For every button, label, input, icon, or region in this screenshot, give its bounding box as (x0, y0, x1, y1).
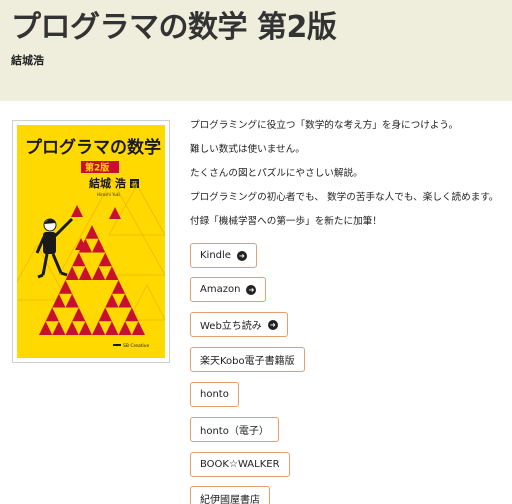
book-description: プログラミングに役立つ「数学的な考え方」を身につけよう。 難しい数式は使いません… (190, 120, 510, 240)
kinokuniya-button-label: 紀伊國屋書店 (200, 495, 260, 504)
cover-publisher: SB Creative (123, 343, 149, 349)
bookwalker-button-label: BOOK☆WALKER (200, 459, 280, 470)
rakuten-kobo-button[interactable]: 楽天Kobo電子書籍版 (190, 347, 305, 372)
page-header: プログラマの数学 第2版 結城浩 (0, 0, 512, 101)
amazon-button-label: Amazon (200, 284, 241, 295)
cover-author-suffix: 著 (131, 180, 138, 189)
honto-button-label: honto (200, 389, 229, 400)
cover-author: 結城 浩 (89, 176, 126, 190)
cover-edition: 第2版 (85, 162, 109, 174)
honto-ebook-button[interactable]: honto（電子） (190, 417, 279, 442)
cover-illustration: プログラマの数学 第2版 結城 浩 著 Hiroshi Yuki SB Crea… (17, 125, 165, 358)
bookwalker-button[interactable]: BOOK☆WALKER (190, 452, 290, 477)
kindle-button[interactable]: Kindle ➜ (190, 243, 257, 268)
cover-author-roman: Hiroshi Yuki (97, 192, 120, 197)
description-line: プログラミングの初心者でも、 数学の苦手な人でも、楽しく読めます。 (190, 192, 499, 203)
honto-ebook-button-label: honto（電子） (200, 426, 269, 437)
description-line: 難しい数式は使いません。 (190, 144, 305, 155)
amazon-button[interactable]: Amazon ➜ (190, 277, 267, 302)
author-name: 結城浩 (11, 54, 44, 67)
honto-button[interactable]: honto (190, 382, 239, 407)
book-cover[interactable]: プログラマの数学 第2版 結城 浩 著 Hiroshi Yuki SB Crea… (12, 120, 170, 363)
cover-title: プログラマの数学 (25, 137, 161, 158)
rakuten-kobo-button-label: 楽天Kobo電子書籍版 (200, 356, 295, 367)
description-line: 付録「機械学習への第一歩」を新たに加筆！ (190, 216, 382, 227)
web-preview-button[interactable]: Web立ち読み ➜ (190, 312, 288, 337)
description-line: たくさんの図とパズルにやさしい解説。 (190, 168, 363, 179)
page-title: プログラマの数学 第2版 (11, 10, 337, 45)
arrow-circle-right-icon: ➜ (246, 284, 257, 295)
web-preview-button-label: Web立ち読み (200, 321, 262, 332)
arrow-circle-right-icon: ➜ (267, 319, 278, 330)
description-line: プログラミングに役立つ「数学的な考え方」を身につけよう。 (190, 120, 459, 131)
book-cover-image: プログラマの数学 第2版 結城 浩 著 Hiroshi Yuki SB Crea… (17, 125, 165, 358)
kinokuniya-button[interactable]: 紀伊國屋書店 (190, 486, 270, 504)
kindle-button-label: Kindle (200, 250, 231, 261)
arrow-circle-right-icon: ➜ (236, 250, 247, 261)
